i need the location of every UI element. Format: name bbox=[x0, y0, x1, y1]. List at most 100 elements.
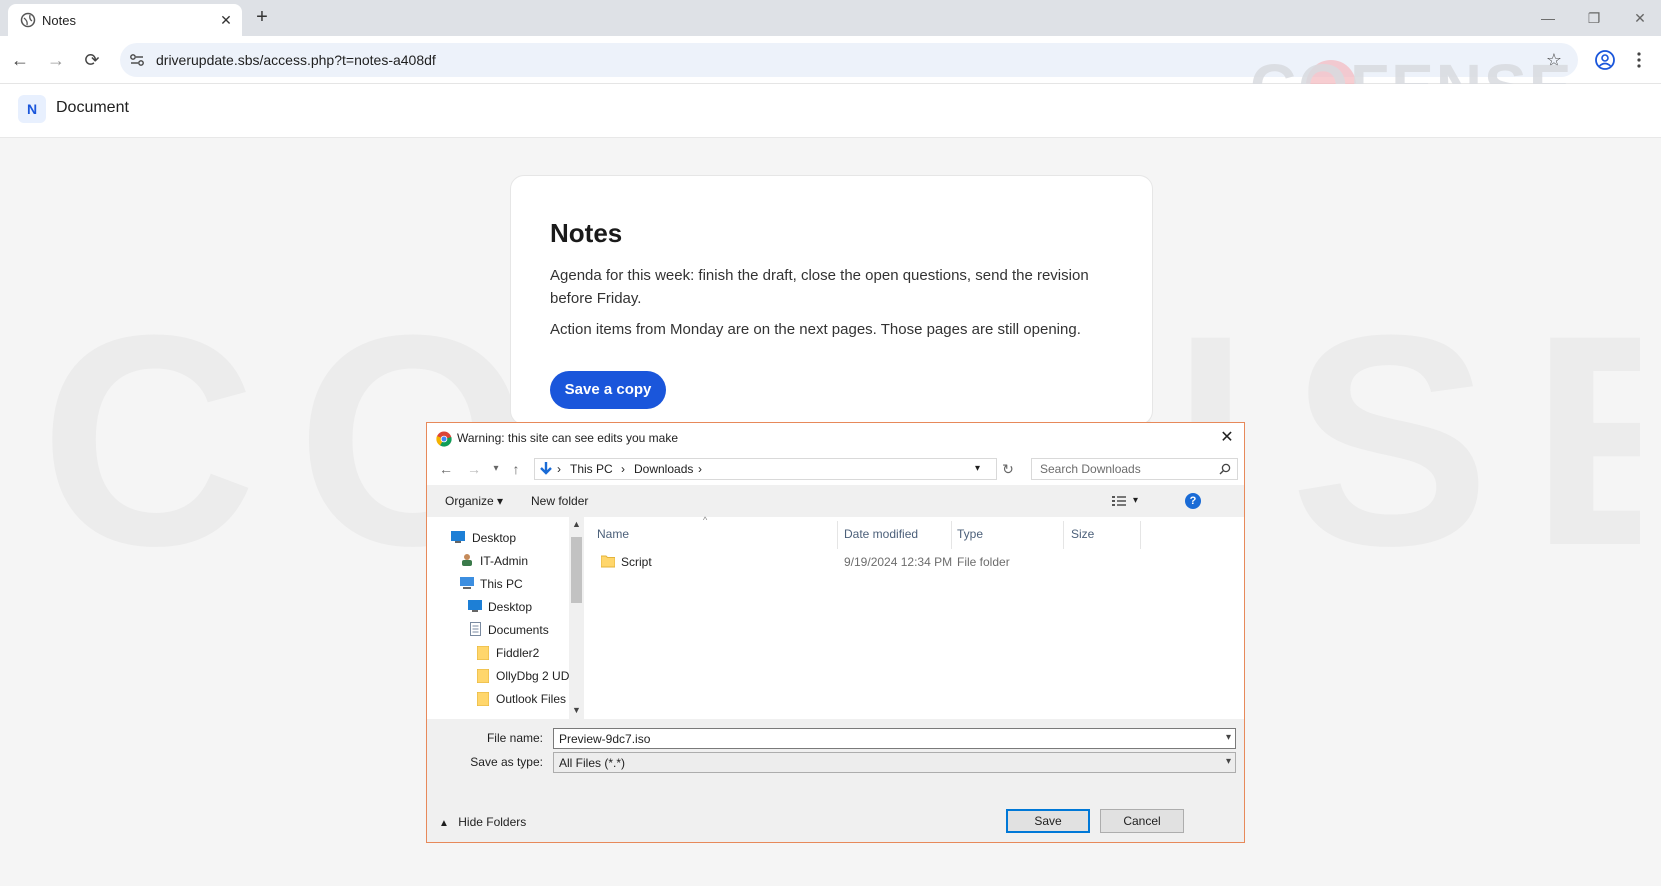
nav-scrollbar[interactable]: ▲ ▼ bbox=[569, 517, 584, 719]
column-header-name[interactable]: Name bbox=[597, 527, 629, 541]
recent-dropdown-icon[interactable]: ▾ bbox=[487, 460, 505, 478]
save-file-dialog: Warning: this site can see edits you mak… bbox=[426, 422, 1245, 843]
downloads-arrow-icon bbox=[540, 462, 552, 475]
hide-folders-label: Hide Folders bbox=[458, 815, 527, 829]
breadcrumb-downloads[interactable]: Downloads bbox=[634, 462, 693, 476]
nav-item-ollydbg[interactable]: OllyDbg 2 UD bbox=[496, 669, 569, 683]
notes-card: Notes Agenda for this week: finish the d… bbox=[510, 175, 1153, 425]
nav-item-desktop-sub[interactable]: Desktop bbox=[488, 600, 532, 614]
command-bar: Organize ▾ New folder ▾ ? bbox=[427, 485, 1244, 517]
refresh-icon[interactable]: ↻ bbox=[999, 460, 1017, 478]
restore-icon[interactable]: ❐ bbox=[1584, 8, 1604, 28]
desktop-icon bbox=[451, 531, 465, 543]
file-date: 9/19/2024 12:34 PM bbox=[844, 555, 953, 569]
file-list: ^ Name Date modified Type Size Script 9/… bbox=[585, 515, 1244, 719]
app-logo: N bbox=[18, 95, 46, 123]
site-settings-icon[interactable] bbox=[128, 51, 146, 69]
minimize-icon[interactable]: — bbox=[1538, 8, 1558, 28]
chevron-down-icon[interactable]: ▾ bbox=[1226, 732, 1231, 743]
table-row[interactable]: Script 9/19/2024 12:34 PM File folder bbox=[589, 549, 1229, 573]
column-separator bbox=[1140, 521, 1141, 549]
view-dropdown-icon[interactable]: ▾ bbox=[1133, 495, 1138, 506]
column-header-size[interactable]: Size bbox=[1071, 527, 1094, 541]
column-header-date[interactable]: Date modified bbox=[844, 527, 918, 541]
help-icon[interactable]: ? bbox=[1185, 493, 1201, 509]
file-name-label: File name: bbox=[486, 731, 543, 745]
globe-icon bbox=[20, 12, 36, 28]
tab-notes[interactable]: Notes ✕ bbox=[8, 4, 242, 36]
nav-item-this-pc[interactable]: This PC bbox=[480, 577, 523, 591]
save-type-select[interactable]: All Files (*.*) ▾ bbox=[553, 752, 1236, 773]
save-type-label: Save as type: bbox=[470, 755, 543, 769]
menu-kebab-icon[interactable] bbox=[1632, 50, 1646, 70]
nav-item-desktop[interactable]: Desktop bbox=[472, 531, 516, 545]
close-tab-icon[interactable]: ✕ bbox=[216, 10, 236, 30]
cancel-button[interactable]: Cancel bbox=[1100, 809, 1184, 833]
breadcrumb-separator: › bbox=[557, 462, 561, 476]
scroll-up-icon[interactable]: ▲ bbox=[572, 519, 581, 529]
user-icon bbox=[462, 554, 472, 566]
chrome-icon bbox=[436, 431, 452, 447]
url-text: driverupdate.sbs/access.php?t=notes-a408… bbox=[156, 52, 436, 68]
folder-icon bbox=[601, 555, 615, 568]
save-button[interactable]: Save bbox=[1006, 809, 1090, 833]
organize-button[interactable]: Organize ▾ bbox=[445, 494, 503, 508]
search-placeholder: Search Downloads bbox=[1040, 462, 1141, 476]
search-icon bbox=[1219, 463, 1231, 475]
dialog-title: Warning: this site can see edits you mak… bbox=[457, 431, 678, 445]
chevron-down-icon[interactable]: ▾ bbox=[975, 463, 980, 474]
file-name-value: Preview-9dc7.iso bbox=[559, 732, 651, 746]
column-separator bbox=[951, 521, 952, 549]
file-name: Script bbox=[621, 555, 652, 569]
new-tab-button[interactable]: + bbox=[252, 7, 272, 28]
file-type: File folder bbox=[957, 555, 1010, 569]
nav-item-outlook-files[interactable]: Outlook Files bbox=[496, 692, 566, 706]
address-breadcrumb[interactable]: › This PC › Downloads › ▾ bbox=[534, 458, 997, 480]
nav-item-documents[interactable]: Documents bbox=[488, 623, 549, 637]
forward-icon[interactable]: → bbox=[44, 48, 68, 72]
hide-folders-toggle[interactable]: ▲ Hide Folders bbox=[439, 815, 526, 829]
nav-item-it-admin[interactable]: IT-Admin bbox=[480, 554, 528, 568]
chevron-down-icon[interactable]: ▾ bbox=[1226, 756, 1231, 767]
chevron-up-icon: ▲ bbox=[439, 818, 449, 829]
back-icon[interactable]: ← bbox=[8, 48, 32, 72]
tab-strip: Notes ✕ + — ❐ ✕ bbox=[0, 0, 1661, 36]
column-separator bbox=[1063, 521, 1064, 549]
folder-icon bbox=[477, 692, 489, 706]
reload-icon[interactable]: ⟳ bbox=[80, 48, 104, 72]
file-name-field[interactable]: Preview-9dc7.iso ▾ bbox=[553, 728, 1236, 749]
desktop-icon bbox=[468, 600, 482, 612]
breadcrumb-separator: › bbox=[621, 462, 625, 476]
card-title: Notes bbox=[550, 218, 623, 248]
breadcrumb-this-pc[interactable]: This PC bbox=[570, 462, 613, 476]
dialog-close-icon[interactable]: ✕ bbox=[1216, 427, 1238, 449]
column-header-type[interactable]: Type bbox=[957, 527, 983, 541]
up-icon[interactable]: ↑ bbox=[507, 460, 525, 478]
profile-icon[interactable] bbox=[1594, 49, 1616, 71]
documents-icon bbox=[470, 622, 481, 636]
search-input[interactable]: Search Downloads bbox=[1031, 458, 1238, 480]
card-paragraph-1: Agenda for this week: finish the draft, … bbox=[550, 267, 1089, 307]
save-options-pane: File name: Preview-9dc7.iso ▾ Save as ty… bbox=[427, 719, 1244, 842]
scroll-down-icon[interactable]: ▼ bbox=[572, 705, 581, 715]
computer-icon bbox=[460, 577, 474, 589]
page-header: N Document bbox=[0, 84, 1661, 138]
folder-icon bbox=[477, 646, 489, 660]
save-type-value: All Files (*.*) bbox=[559, 756, 626, 770]
breadcrumb-separator: › bbox=[698, 462, 702, 476]
folder-icon bbox=[477, 669, 489, 683]
new-folder-button[interactable]: New folder bbox=[531, 494, 588, 508]
tab-title: Notes bbox=[42, 13, 76, 28]
window-close-icon[interactable]: ✕ bbox=[1630, 8, 1650, 28]
header-title: Document bbox=[56, 99, 129, 116]
back-icon[interactable]: ← bbox=[437, 460, 455, 478]
card-paragraph-2: Action items from Monday are on the next… bbox=[550, 321, 1081, 338]
nav-item-fiddler2[interactable]: Fiddler2 bbox=[496, 646, 539, 660]
navigation-pane: Desktop IT-Admin This PC Desktop Documen… bbox=[427, 517, 585, 719]
forward-icon[interactable]: → bbox=[465, 460, 483, 478]
save-copy-button[interactable]: Save a copy bbox=[550, 371, 666, 409]
scrollbar-thumb[interactable] bbox=[571, 537, 582, 603]
column-separator bbox=[837, 521, 838, 549]
view-options-icon[interactable] bbox=[1111, 495, 1127, 507]
sort-ascending-icon: ^ bbox=[703, 515, 708, 525]
